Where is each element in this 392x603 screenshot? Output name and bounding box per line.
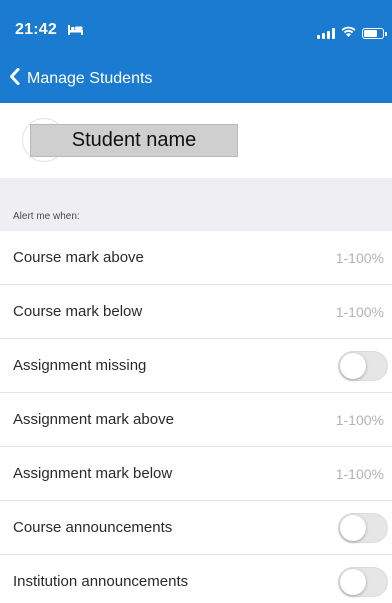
assignment-mark-above-input[interactable]: 1-100% — [336, 412, 384, 428]
status-time: 21:42 — [15, 21, 83, 40]
top-bar: 21:42 Manage Students — [0, 0, 392, 103]
row-label: Assignment mark above — [13, 411, 174, 428]
back-label: Manage Students — [27, 70, 153, 87]
assignment-mark-below-input[interactable]: 1-100% — [336, 466, 384, 482]
student-header: Student name — [0, 103, 392, 178]
row-institution-announcements: Institution announcements — [0, 555, 392, 603]
back-button[interactable]: Manage Students — [9, 68, 152, 90]
bed-icon — [67, 22, 83, 40]
row-assignment-missing: Assignment missing — [0, 339, 392, 393]
battery-icon — [362, 27, 387, 39]
row-label: Course mark below — [13, 303, 143, 320]
wifi-icon — [341, 24, 356, 42]
assignment-missing-toggle[interactable] — [338, 350, 388, 381]
chevron-left-icon — [9, 68, 20, 90]
section-header: Alert me when: — [0, 198, 392, 231]
course-announcements-toggle[interactable] — [338, 512, 388, 543]
course-mark-below-input[interactable]: 1-100% — [336, 304, 384, 320]
row-label: Course mark above — [13, 249, 144, 266]
institution-announcements-toggle[interactable] — [338, 566, 388, 597]
row-assignment-mark-below: Assignment mark below 1-100% — [0, 447, 392, 501]
row-course-mark-above: Course mark above 1-100% — [0, 231, 392, 285]
row-label: Institution announcements — [13, 573, 189, 590]
row-label: Course announcements — [13, 519, 173, 536]
row-course-announcements: Course announcements — [0, 501, 392, 555]
time-text: 21:42 — [15, 21, 57, 38]
row-assignment-mark-above: Assignment mark above 1-100% — [0, 393, 392, 447]
student-name: Student name — [30, 124, 238, 157]
section-spacer — [0, 178, 392, 198]
status-icons — [317, 24, 387, 42]
alert-settings-list: Course mark above 1-100% Course mark bel… — [0, 231, 392, 603]
row-course-mark-below: Course mark below 1-100% — [0, 285, 392, 339]
row-label: Assignment missing — [13, 357, 147, 374]
row-label: Assignment mark below — [13, 465, 173, 482]
course-mark-above-input[interactable]: 1-100% — [336, 250, 384, 266]
cellular-signal-icon — [317, 27, 335, 39]
